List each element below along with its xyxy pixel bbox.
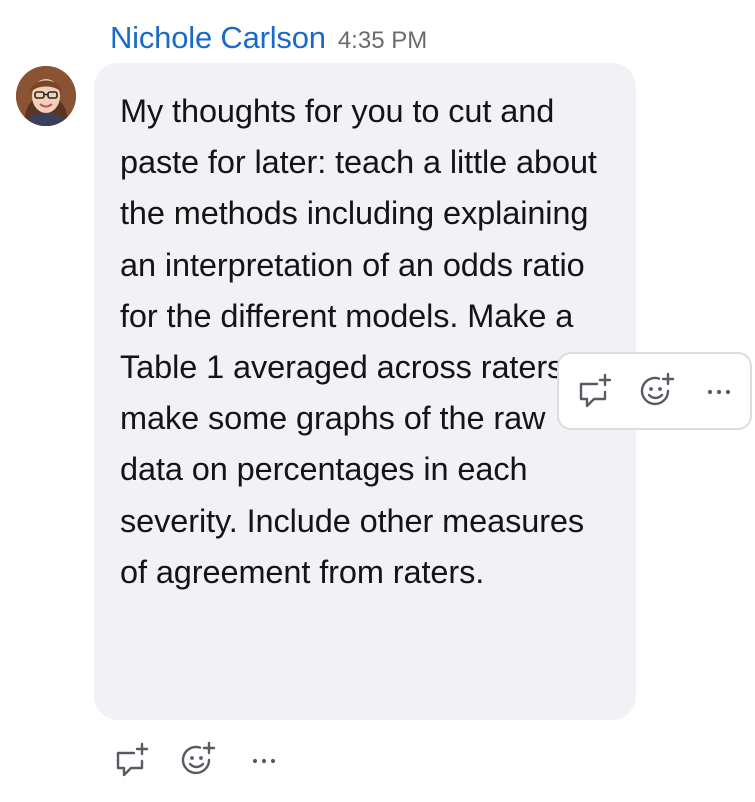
- add-reaction-icon: [640, 372, 675, 406]
- message-actions: [110, 738, 286, 782]
- more-options-button[interactable]: [697, 369, 741, 413]
- message-view: Nichole Carlson 4:35 PM My thoughts for …: [0, 0, 755, 802]
- avatar-image: [16, 66, 76, 126]
- avatar[interactable]: [16, 66, 76, 126]
- sender-name[interactable]: Nichole Carlson: [110, 20, 326, 56]
- message-hover-toolbar: [557, 352, 752, 430]
- reply-in-thread-button[interactable]: [110, 738, 154, 782]
- add-reaction-icon: [181, 741, 216, 775]
- message-timestamp: 4:35 PM: [337, 27, 428, 54]
- add-reaction-button[interactable]: [635, 369, 679, 413]
- more-options-icon: [707, 389, 731, 395]
- more-options-button[interactable]: [242, 738, 286, 782]
- message-bubble[interactable]: My thoughts for you to cut and paste for…: [94, 63, 636, 720]
- reply-thread-icon: [116, 742, 149, 777]
- message-text: My thoughts for you to cut and paste for…: [120, 93, 601, 590]
- reply-thread-icon: [579, 373, 612, 408]
- message-header: Nichole Carlson 4:35 PM: [110, 20, 427, 56]
- reply-in-thread-button[interactable]: [573, 369, 617, 413]
- add-reaction-button[interactable]: [176, 738, 220, 782]
- more-options-icon: [252, 758, 276, 764]
